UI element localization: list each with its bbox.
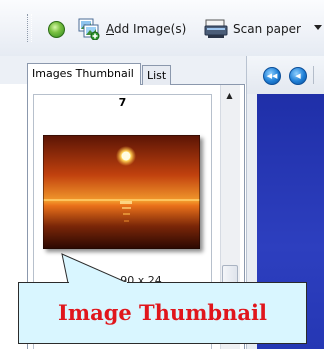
toolbar-overflow-arrow-icon[interactable]	[314, 25, 322, 30]
first-page-icon[interactable]: ◀◀	[263, 67, 281, 85]
toolbar-grip[interactable]	[27, 14, 32, 42]
scanner-icon	[204, 19, 228, 38]
thumbnail-page-number: 7	[118, 96, 127, 109]
add-image-label: Add Image(s)	[106, 22, 187, 36]
sunset-photo-thumbnail[interactable]	[43, 135, 200, 249]
tab-images-thumbnail[interactable]: Images Thumbnail	[27, 63, 141, 85]
callout-label: Image Thumbnail	[58, 300, 267, 325]
tab-list[interactable]: List	[142, 65, 171, 85]
scroll-up-arrow-icon[interactable]: ▲	[220, 88, 239, 104]
scan-paper-button[interactable]: Scan paper	[204, 18, 301, 40]
previous-page-icon[interactable]: ◀	[289, 67, 307, 85]
scan-paper-label: Scan paper	[233, 22, 301, 36]
add-image-button[interactable]: Add Image(s)	[78, 18, 186, 40]
viewer-toolbar-separator	[313, 66, 314, 84]
add-image-icon	[78, 18, 100, 40]
globe-icon[interactable]	[48, 21, 65, 38]
